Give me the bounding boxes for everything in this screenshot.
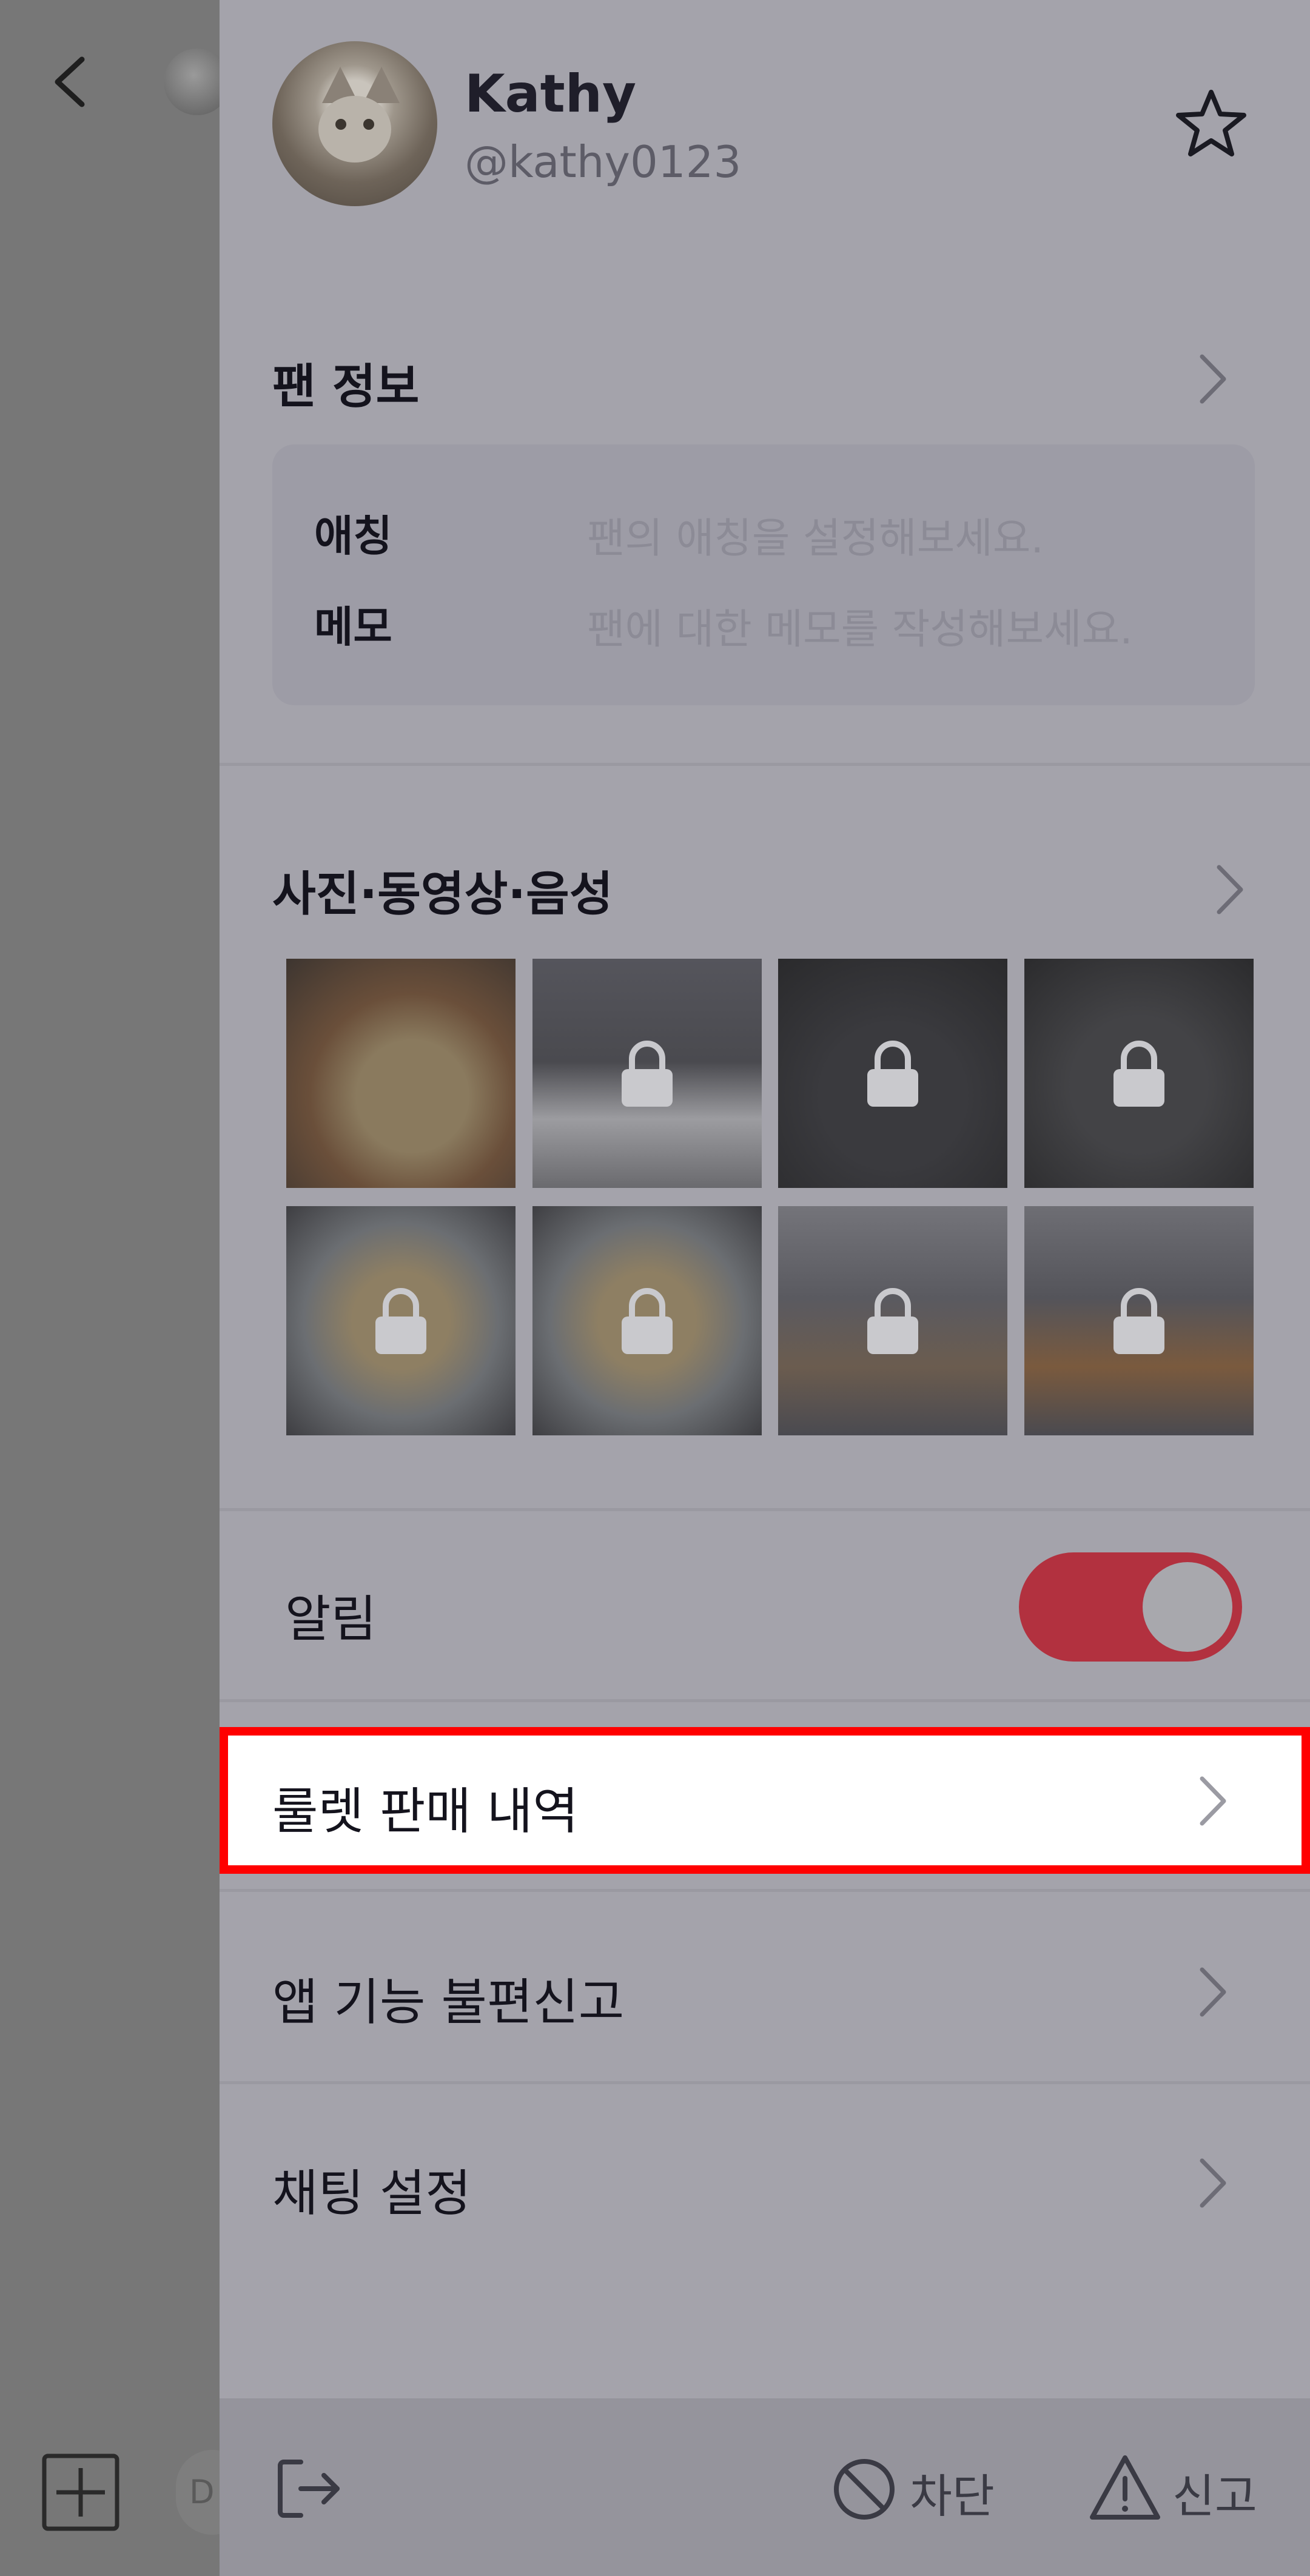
exit-icon[interactable] [277,2457,343,2520]
star-icon[interactable] [1172,85,1251,164]
divider [220,1699,1310,1702]
report-app-label[interactable]: 앱 기능 불편신고 [272,1962,624,2034]
profile-avatar[interactable] [272,41,437,206]
toggle-knob [1143,1562,1232,1652]
divider [220,1889,1310,1892]
lock-icon [867,1288,918,1354]
chevron-right-icon[interactable] [1195,2156,1231,2210]
nickname-label: 애칭 [314,511,392,561]
memo-field[interactable]: 팬에 대한 메모를 작성해보세요. [587,595,1133,656]
media-thumbnail[interactable] [286,959,516,1188]
media-thumbnail[interactable] [1024,1206,1254,1435]
divider [220,763,1310,766]
chevron-right-icon[interactable] [1195,1965,1231,2019]
media-thumbnail[interactable] [286,1206,516,1435]
chevron-right-icon[interactable] [1195,1774,1231,1828]
roulette-sales-label: 룰렛 판매 내역 [272,1783,579,1840]
divider [220,2081,1310,2084]
chat-input-text: D [189,2473,215,2511]
lock-icon [867,1041,918,1107]
media-thumbnail[interactable] [1024,959,1254,1188]
chevron-right-icon[interactable] [1195,352,1231,406]
lock-icon [1114,1288,1164,1354]
block-button[interactable]: 차단 [910,2459,995,2526]
memo-label: 메모 [314,602,392,652]
media-title[interactable]: 사진·동영상·음성 [272,856,613,924]
media-thumbnail[interactable] [532,1206,762,1435]
lock-icon [1114,1041,1164,1107]
profile-handle: @kathy0123 [465,136,742,187]
chat-settings-label[interactable]: 채팅 설정 [272,2153,471,2225]
back-icon[interactable] [49,55,91,109]
plus-icon[interactable] [41,2453,120,2532]
nickname-field[interactable]: 팬의 애칭을 설정해보세요. [587,505,1044,565]
fan-info-box [272,444,1255,705]
media-thumbnail[interactable] [778,959,1007,1188]
media-thumbnail[interactable] [532,959,762,1188]
lock-icon [622,1041,673,1107]
notification-toggle[interactable] [1019,1552,1242,1662]
lock-icon [375,1288,426,1354]
lock-icon [622,1288,673,1354]
report-button[interactable]: 신고 [1172,2459,1257,2526]
fan-info-title[interactable]: 팬 정보 [272,349,419,417]
chevron-right-icon[interactable] [1212,862,1248,917]
media-thumbnail[interactable] [778,1206,1007,1435]
background-chat-screen [0,0,220,2576]
warning-icon[interactable] [1089,2453,1161,2523]
divider [220,1508,1310,1511]
block-icon[interactable] [831,2456,898,2523]
notification-label: 알림 [285,1591,377,1648]
profile-name: Kathy [465,64,637,124]
